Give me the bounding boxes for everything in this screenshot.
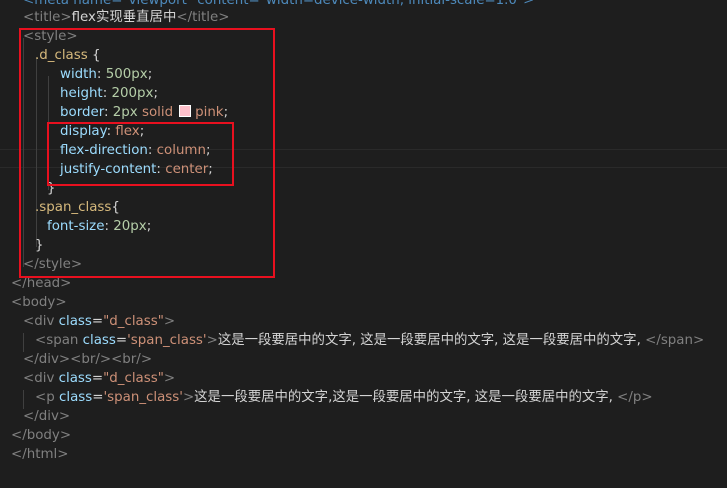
code-line-div-open: <div class="d_class"> [23,312,175,331]
class-attr: class [54,371,92,386]
html-close-tag: </html> [11,447,69,462]
class-attr: class [78,333,116,348]
equals: = [91,371,104,386]
p-open-tag: <p [35,390,55,405]
tag-end: > [163,314,176,329]
code-line-div-open: <div class="d_class"> [23,369,175,388]
class-attr: class [54,314,92,329]
title-text: flex实现垂直居中 [71,10,177,25]
equals: = [115,333,128,348]
tag-end: > [182,390,195,405]
code-editor[interactable]: <meta name="viewport" content="width=dev… [0,0,727,488]
head-close-tag: </head> [11,276,72,291]
code-line-span: <span class='span_class'>这是一段要居中的文字, 这是一… [35,331,704,350]
div-close-tag: </div> [23,409,71,424]
span-close-tag: </span> [645,333,705,348]
meta-tag-text: <meta name="viewport" content="width=dev… [23,0,535,8]
body-open-tag: <body> [11,295,67,310]
flex-properties-highlight-box [47,122,234,186]
code-line-p: <p class='span_class'>这是一段要居中的文字,这是一段要居中… [35,388,653,407]
tag-end: > [163,371,176,386]
class-value: "d_class" [103,371,164,386]
title-open-tag: <title> [23,10,72,25]
class-value: 'span_class' [103,390,183,405]
span-open-tag: <span [35,333,79,348]
code-line-div-close: </div> [23,407,70,426]
code-line-body-open: <body> [11,293,67,312]
span-text: 这是一段要居中的文字, 这是一段要居中的文字, 这是一段要居中的文字, [217,333,646,348]
title-close-tag: </title> [176,10,230,25]
br-tag: <br/> [111,352,153,367]
code-line-body-close: </body> [11,426,71,445]
class-value: "d_class" [103,314,164,329]
class-value: 'span_class' [127,333,207,348]
equals: = [92,390,104,405]
br-tag: <br/> [70,352,112,367]
p-text: 这是一段要居中的文字,这是一段要居中的文字, 这是一段要居中的文字, [194,390,618,405]
div-open-tag: <div [23,371,55,386]
class-attr: class [54,390,93,405]
tag-end: > [206,333,218,348]
div-open-tag: <div [23,314,55,329]
body-close-tag: </body> [11,428,72,443]
equals: = [91,314,104,329]
p-close-tag: </p> [617,390,653,405]
code-line-title: <title>flex实现垂直居中</title> [23,8,229,27]
code-line-html-close: </html> [11,445,68,464]
code-line-div-close-br: </div><br/><br/> [23,350,152,369]
div-close-tag: </div> [23,352,71,367]
